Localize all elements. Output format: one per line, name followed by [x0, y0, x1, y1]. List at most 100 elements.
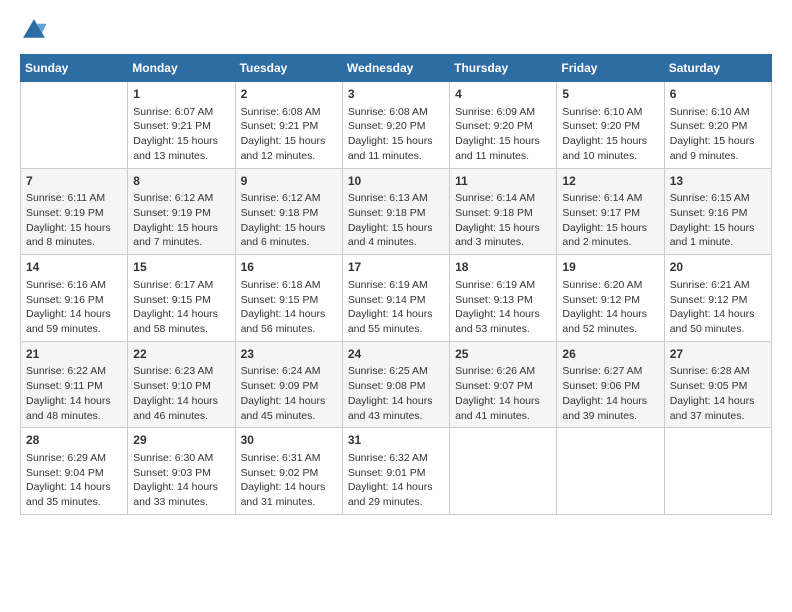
day-number: 1 — [133, 86, 229, 103]
calendar-cell: 29Sunrise: 6:30 AM Sunset: 9:03 PM Dayli… — [128, 428, 235, 515]
weekday-header: Friday — [557, 55, 664, 82]
calendar-week-row: 28Sunrise: 6:29 AM Sunset: 9:04 PM Dayli… — [21, 428, 772, 515]
cell-content: Sunrise: 6:12 AM Sunset: 9:19 PM Dayligh… — [133, 191, 229, 250]
calendar-cell: 7Sunrise: 6:11 AM Sunset: 9:19 PM Daylig… — [21, 168, 128, 255]
calendar-cell: 18 Sunrise: 6:19 AM Sunset: 9:13 PM Dayli… — [450, 255, 557, 342]
logo — [20, 16, 52, 44]
calendar-cell: 20Sunrise: 6:21 AM Sunset: 9:12 PM Dayli… — [664, 255, 771, 342]
calendar-cell: 30 Sunrise: 6:31 AM Sunset: 9:02 PM Dayli… — [235, 428, 342, 515]
calendar-cell: 6Sunrise: 6:10 AM Sunset: 9:20 PM Daylig… — [664, 82, 771, 169]
cell-content: Sunrise: 6:08 AM Sunset: 9:21 PM Dayligh… — [241, 105, 337, 164]
calendar-header: SundayMondayTuesdayWednesdayThursdayFrid… — [21, 55, 772, 82]
calendar-cell: 9Sunrise: 6:12 AM Sunset: 9:18 PM Daylig… — [235, 168, 342, 255]
day-number: 30 — [241, 432, 337, 449]
cell-content: Sunrise: 6:20 AM Sunset: 9:12 PM Dayligh… — [562, 278, 658, 337]
cell-content: Sunrise: 6:31 AM Sunset: 9:02 PM Dayligh… — [241, 451, 337, 510]
day-number: 12 — [562, 173, 658, 190]
calendar-week-row: 1 Sunrise: 6:07 AM Sunset: 9:21 PM Daylig… — [21, 82, 772, 169]
day-number: 31 — [348, 432, 444, 449]
cell-content: Sunrise: 6:25 AM Sunset: 9:08 PM Dayligh… — [348, 364, 444, 423]
weekday-header: Saturday — [664, 55, 771, 82]
calendar-week-row: 21Sunrise: 6:22 AM Sunset: 9:11 PM Dayli… — [21, 341, 772, 428]
calendar-cell: 12Sunrise: 6:14 AM Sunset: 9:17 PM Dayli… — [557, 168, 664, 255]
weekday-header: Thursday — [450, 55, 557, 82]
day-number: 2 — [241, 86, 337, 103]
cell-content: Sunrise: 6:27 AM Sunset: 9:06 PM Dayligh… — [562, 364, 658, 423]
cell-content: Sunrise: 6:23 AM Sunset: 9:10 PM Dayligh… — [133, 364, 229, 423]
calendar-cell: 28Sunrise: 6:29 AM Sunset: 9:04 PM Dayli… — [21, 428, 128, 515]
calendar-cell: 27Sunrise: 6:28 AM Sunset: 9:05 PM Dayli… — [664, 341, 771, 428]
day-number: 7 — [26, 173, 122, 190]
calendar-week-row: 7Sunrise: 6:11 AM Sunset: 9:19 PM Daylig… — [21, 168, 772, 255]
day-number: 21 — [26, 346, 122, 363]
calendar-cell: 25Sunrise: 6:26 AM Sunset: 9:07 PM Dayli… — [450, 341, 557, 428]
day-number: 15 — [133, 259, 229, 276]
cell-content: Sunrise: 6:08 AM Sunset: 9:20 PM Dayligh… — [348, 105, 444, 164]
calendar-cell: 24Sunrise: 6:25 AM Sunset: 9:08 PM Dayli… — [342, 341, 449, 428]
day-number: 24 — [348, 346, 444, 363]
cell-content: Sunrise: 6:15 AM Sunset: 9:16 PM Dayligh… — [670, 191, 766, 250]
cell-content: Sunrise: 6:14 AM Sunset: 9:18 PM Dayligh… — [455, 191, 551, 250]
calendar-table: SundayMondayTuesdayWednesdayThursdayFrid… — [20, 54, 772, 515]
calendar-cell: 5Sunrise: 6:10 AM Sunset: 9:20 PM Daylig… — [557, 82, 664, 169]
calendar-cell — [21, 82, 128, 169]
day-number: 18 — [455, 259, 551, 276]
cell-content: Sunrise: 6:12 AM Sunset: 9:18 PM Dayligh… — [241, 191, 337, 250]
calendar-week-row: 14 Sunrise: 6:16 AM Sunset: 9:16 PM Dayli… — [21, 255, 772, 342]
cell-content: Sunrise: 6:10 AM Sunset: 9:20 PM Dayligh… — [670, 105, 766, 164]
calendar-cell: 19 Sunrise: 6:20 AM Sunset: 9:12 PM Dayli… — [557, 255, 664, 342]
cell-content: Sunrise: 6:29 AM Sunset: 9:04 PM Dayligh… — [26, 451, 122, 510]
cell-content: Sunrise: 6:17 AM Sunset: 9:15 PM Dayligh… — [133, 278, 229, 337]
calendar-cell — [664, 428, 771, 515]
day-number: 14 — [26, 259, 122, 276]
header-row: SundayMondayTuesdayWednesdayThursdayFrid… — [21, 55, 772, 82]
day-number: 11 — [455, 173, 551, 190]
weekday-header: Wednesday — [342, 55, 449, 82]
day-number: 9 — [241, 173, 337, 190]
day-number: 13 — [670, 173, 766, 190]
cell-content: Sunrise: 6:32 AM Sunset: 9:01 PM Dayligh… — [348, 451, 444, 510]
day-number: 3 — [348, 86, 444, 103]
cell-content: Sunrise: 6:16 AM Sunset: 9:16 PM Dayligh… — [26, 278, 122, 337]
weekday-header: Sunday — [21, 55, 128, 82]
day-number: 16 — [241, 259, 337, 276]
cell-content: Sunrise: 6:14 AM Sunset: 9:17 PM Dayligh… — [562, 191, 658, 250]
calendar-body: 1 Sunrise: 6:07 AM Sunset: 9:21 PM Daylig… — [21, 82, 772, 515]
day-number: 25 — [455, 346, 551, 363]
calendar-cell: 13Sunrise: 6:15 AM Sunset: 9:16 PM Dayli… — [664, 168, 771, 255]
cell-content: Sunrise: 6:26 AM Sunset: 9:07 PM Dayligh… — [455, 364, 551, 423]
calendar-cell — [450, 428, 557, 515]
calendar-cell: 2 Sunrise: 6:08 AM Sunset: 9:21 PM Daylig… — [235, 82, 342, 169]
cell-content: Sunrise: 6:28 AM Sunset: 9:05 PM Dayligh… — [670, 364, 766, 423]
calendar-cell — [557, 428, 664, 515]
calendar-cell: 23Sunrise: 6:24 AM Sunset: 9:09 PM Dayli… — [235, 341, 342, 428]
cell-content: Sunrise: 6:19 AM Sunset: 9:13 PM Dayligh… — [455, 278, 551, 337]
weekday-header: Tuesday — [235, 55, 342, 82]
day-number: 5 — [562, 86, 658, 103]
day-number: 10 — [348, 173, 444, 190]
cell-content: Sunrise: 6:07 AM Sunset: 9:21 PM Dayligh… — [133, 105, 229, 164]
day-number: 23 — [241, 346, 337, 363]
calendar-cell: 17Sunrise: 6:19 AM Sunset: 9:14 PM Dayli… — [342, 255, 449, 342]
calendar-cell: 26Sunrise: 6:27 AM Sunset: 9:06 PM Dayli… — [557, 341, 664, 428]
day-number: 26 — [562, 346, 658, 363]
day-number: 8 — [133, 173, 229, 190]
calendar-cell: 11Sunrise: 6:14 AM Sunset: 9:18 PM Dayli… — [450, 168, 557, 255]
day-number: 22 — [133, 346, 229, 363]
calendar-cell: 15 Sunrise: 6:17 AM Sunset: 9:15 PM Dayli… — [128, 255, 235, 342]
weekday-header: Monday — [128, 55, 235, 82]
calendar-cell: 31 Sunrise: 6:32 AM Sunset: 9:01 PM Dayli… — [342, 428, 449, 515]
cell-content: Sunrise: 6:09 AM Sunset: 9:20 PM Dayligh… — [455, 105, 551, 164]
calendar-cell: 1 Sunrise: 6:07 AM Sunset: 9:21 PM Daylig… — [128, 82, 235, 169]
calendar-cell: 3 Sunrise: 6:08 AM Sunset: 9:20 PM Daylig… — [342, 82, 449, 169]
calendar-cell: 14 Sunrise: 6:16 AM Sunset: 9:16 PM Dayli… — [21, 255, 128, 342]
cell-content: Sunrise: 6:24 AM Sunset: 9:09 PM Dayligh… — [241, 364, 337, 423]
day-number: 17 — [348, 259, 444, 276]
cell-content: Sunrise: 6:18 AM Sunset: 9:15 PM Dayligh… — [241, 278, 337, 337]
calendar-cell: 21Sunrise: 6:22 AM Sunset: 9:11 PM Dayli… — [21, 341, 128, 428]
cell-content: Sunrise: 6:30 AM Sunset: 9:03 PM Dayligh… — [133, 451, 229, 510]
header — [20, 16, 772, 44]
cell-content: Sunrise: 6:11 AM Sunset: 9:19 PM Dayligh… — [26, 191, 122, 250]
day-number: 19 — [562, 259, 658, 276]
logo-icon — [20, 16, 48, 44]
